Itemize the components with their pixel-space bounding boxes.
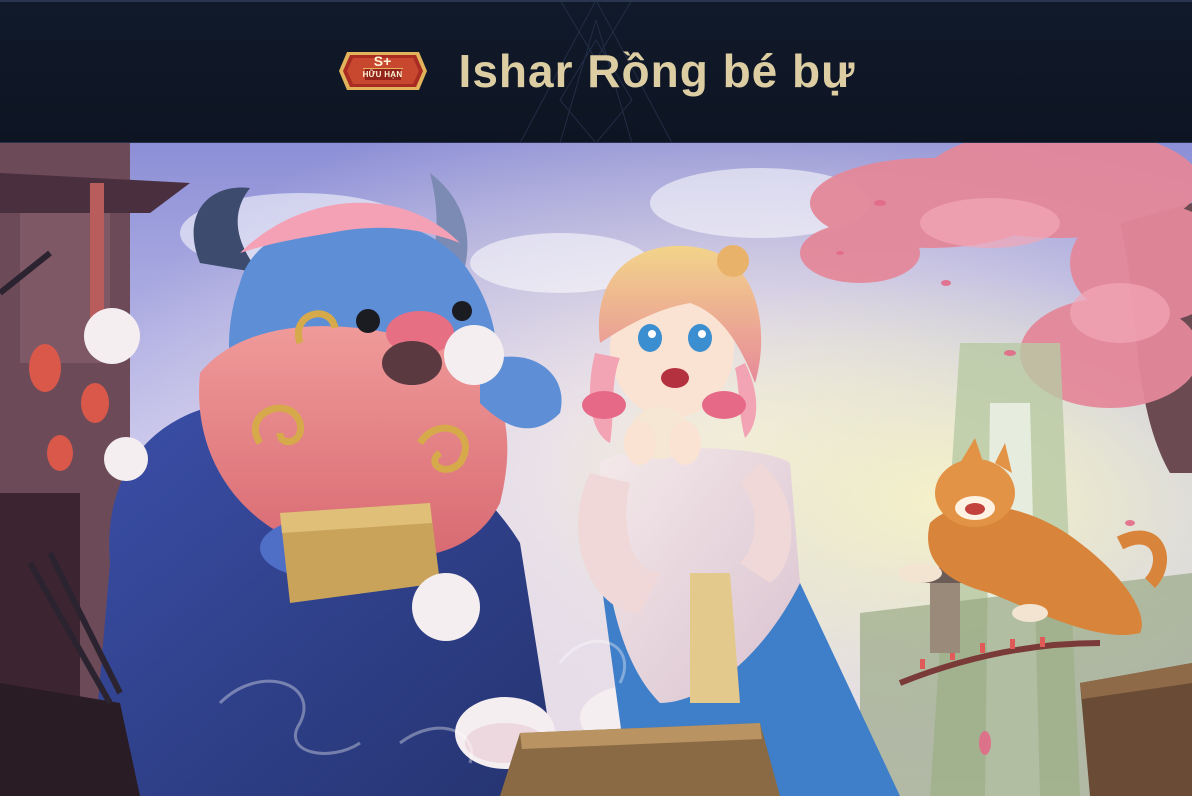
skin-header: S+ HỮU HẠN Ishar Rồng bé bự <box>0 0 1192 143</box>
skin-splash-art <box>0 143 1192 796</box>
tier-badge-icon: S+ HỮU HẠN <box>337 49 429 93</box>
skin-title: Ishar Rồng bé bự <box>458 44 856 97</box>
splash-illustration <box>0 143 1192 796</box>
badge-limited-text: HỮU HẠN <box>362 69 403 79</box>
badge-tier-text: S+ <box>373 52 392 69</box>
